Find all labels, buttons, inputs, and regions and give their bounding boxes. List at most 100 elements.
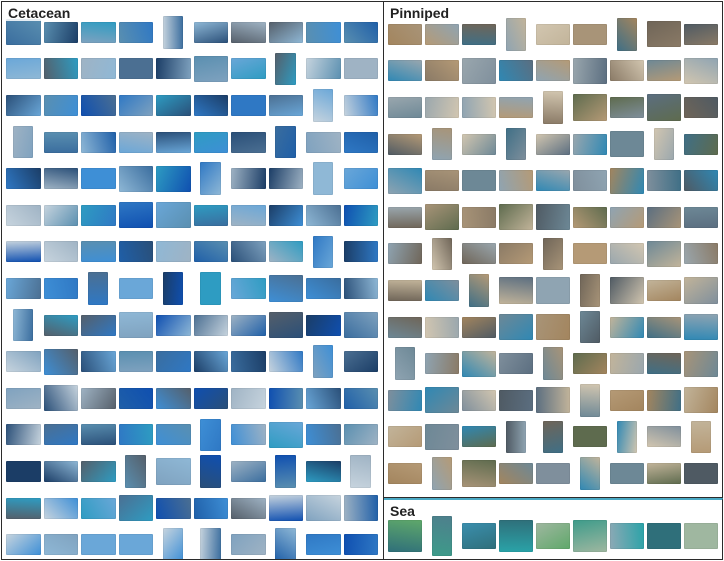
sea-image-thumbnail[interactable] [647,523,681,549]
cetacean-image-thumbnail[interactable] [43,241,78,263]
cetacean-image-thumbnail[interactable] [343,241,378,263]
cetacean-image-thumbnail[interactable] [162,16,184,49]
cetacean-image-thumbnail[interactable] [343,277,378,300]
pinniped-image-thumbnail[interactable] [536,170,570,192]
pinniped-image-thumbnail[interactable] [462,206,496,228]
pinniped-image-thumbnail[interactable] [388,96,422,119]
cetacean-image-thumbnail[interactable] [81,314,116,336]
pinniped-image-thumbnail[interactable] [610,316,644,338]
sea-image-thumbnail[interactable] [573,520,607,552]
pinniped-image-thumbnail[interactable] [579,457,601,490]
cetacean-image-thumbnail[interactable] [156,131,191,153]
pinniped-image-thumbnail[interactable] [542,237,564,271]
pinniped-image-thumbnail[interactable] [425,387,459,414]
cetacean-image-thumbnail[interactable] [43,314,78,336]
cetacean-image-thumbnail[interactable] [156,458,191,485]
pinniped-image-thumbnail[interactable] [573,23,607,45]
cetacean-image-thumbnail[interactable] [156,58,191,80]
cetacean-image-thumbnail[interactable] [200,455,221,488]
pinniped-image-thumbnail[interactable] [610,353,644,375]
pinniped-image-thumbnail[interactable] [462,133,496,155]
cetacean-image-thumbnail[interactable] [6,168,41,190]
pinniped-image-thumbnail[interactable] [425,60,459,82]
pinniped-image-thumbnail[interactable] [388,60,422,82]
cetacean-image-thumbnail[interactable] [193,204,228,226]
pinniped-image-thumbnail[interactable] [425,353,459,375]
cetacean-image-thumbnail[interactable] [81,460,116,483]
pinniped-image-thumbnail[interactable] [468,274,490,307]
cetacean-image-thumbnail[interactable] [350,455,371,488]
pinniped-image-thumbnail[interactable] [499,313,533,341]
cetacean-image-thumbnail[interactable] [193,497,228,519]
pinniped-image-thumbnail[interactable] [653,127,675,161]
pinniped-image-thumbnail[interactable] [425,170,459,192]
cetacean-image-thumbnail[interactable] [118,58,153,80]
cetacean-image-thumbnail[interactable] [275,52,296,86]
cetacean-image-thumbnail[interactable] [43,94,78,117]
pinniped-image-thumbnail[interactable] [684,133,718,155]
cetacean-image-thumbnail[interactable] [312,235,334,269]
pinniped-image-thumbnail[interactable] [690,420,712,454]
cetacean-image-thumbnail[interactable] [306,21,341,43]
cetacean-image-thumbnail[interactable] [231,314,266,336]
sea-image-thumbnail[interactable] [536,523,570,549]
pinniped-image-thumbnail[interactable] [499,462,533,485]
pinniped-image-thumbnail[interactable] [499,204,533,231]
cetacean-image-thumbnail[interactable] [231,387,266,409]
cetacean-image-thumbnail[interactable] [193,314,228,336]
cetacean-image-thumbnail[interactable] [156,165,191,192]
cetacean-image-thumbnail[interactable] [343,424,378,446]
cetacean-image-thumbnail[interactable] [231,204,266,226]
cetacean-image-thumbnail[interactable] [162,528,184,559]
sea-image-thumbnail[interactable] [462,523,496,549]
pinniped-image-thumbnail[interactable] [425,204,459,231]
cetacean-image-thumbnail[interactable] [306,424,341,446]
pinniped-image-thumbnail[interactable] [499,96,533,119]
cetacean-image-thumbnail[interactable] [43,131,78,153]
cetacean-image-thumbnail[interactable] [43,168,78,190]
cetacean-image-thumbnail[interactable] [6,424,41,446]
cetacean-image-thumbnail[interactable] [156,94,191,117]
cetacean-image-thumbnail[interactable] [343,351,378,373]
pinniped-image-thumbnail[interactable] [684,387,718,414]
cetacean-image-thumbnail[interactable] [43,534,78,556]
pinniped-image-thumbnail[interactable] [536,387,570,414]
pinniped-image-thumbnail[interactable] [536,60,570,82]
cetacean-image-thumbnail[interactable] [43,497,78,519]
cetacean-image-thumbnail[interactable] [306,494,341,522]
cetacean-image-thumbnail[interactable] [118,387,153,409]
pinniped-image-thumbnail[interactable] [462,350,496,377]
pinniped-image-thumbnail[interactable] [647,462,681,485]
pinniped-image-thumbnail[interactable] [388,279,422,302]
cetacean-image-thumbnail[interactable] [156,424,191,446]
cetacean-image-thumbnail[interactable] [43,277,78,300]
cetacean-image-thumbnail[interactable] [81,241,116,263]
cetacean-image-thumbnail[interactable] [200,528,221,559]
pinniped-image-thumbnail[interactable] [462,243,496,265]
pinniped-image-thumbnail[interactable] [462,170,496,192]
pinniped-image-thumbnail[interactable] [536,462,570,485]
cetacean-image-thumbnail[interactable] [118,424,153,446]
pinniped-image-thumbnail[interactable] [684,170,718,192]
pinniped-image-thumbnail[interactable] [536,277,570,304]
pinniped-image-thumbnail[interactable] [616,420,638,454]
pinniped-image-thumbnail[interactable] [388,167,422,194]
cetacean-image-thumbnail[interactable] [231,21,266,43]
pinniped-image-thumbnail[interactable] [573,57,607,85]
pinniped-image-thumbnail[interactable] [431,127,453,161]
pinniped-image-thumbnail[interactable] [542,91,564,124]
pinniped-image-thumbnail[interactable] [610,277,644,304]
pinniped-image-thumbnail[interactable] [536,313,570,341]
sea-image-thumbnail[interactable] [388,520,422,552]
pinniped-image-thumbnail[interactable] [505,420,527,454]
cetacean-image-thumbnail[interactable] [343,21,378,43]
cetacean-image-thumbnail[interactable] [12,125,34,159]
pinniped-image-thumbnail[interactable] [573,133,607,155]
pinniped-image-thumbnail[interactable] [647,21,681,48]
pinniped-image-thumbnail[interactable] [610,462,644,485]
cetacean-image-thumbnail[interactable] [275,125,296,159]
pinniped-image-thumbnail[interactable] [610,130,644,158]
pinniped-image-thumbnail[interactable] [579,384,601,417]
cetacean-image-thumbnail[interactable] [81,204,116,226]
cetacean-image-thumbnail[interactable] [231,497,266,519]
